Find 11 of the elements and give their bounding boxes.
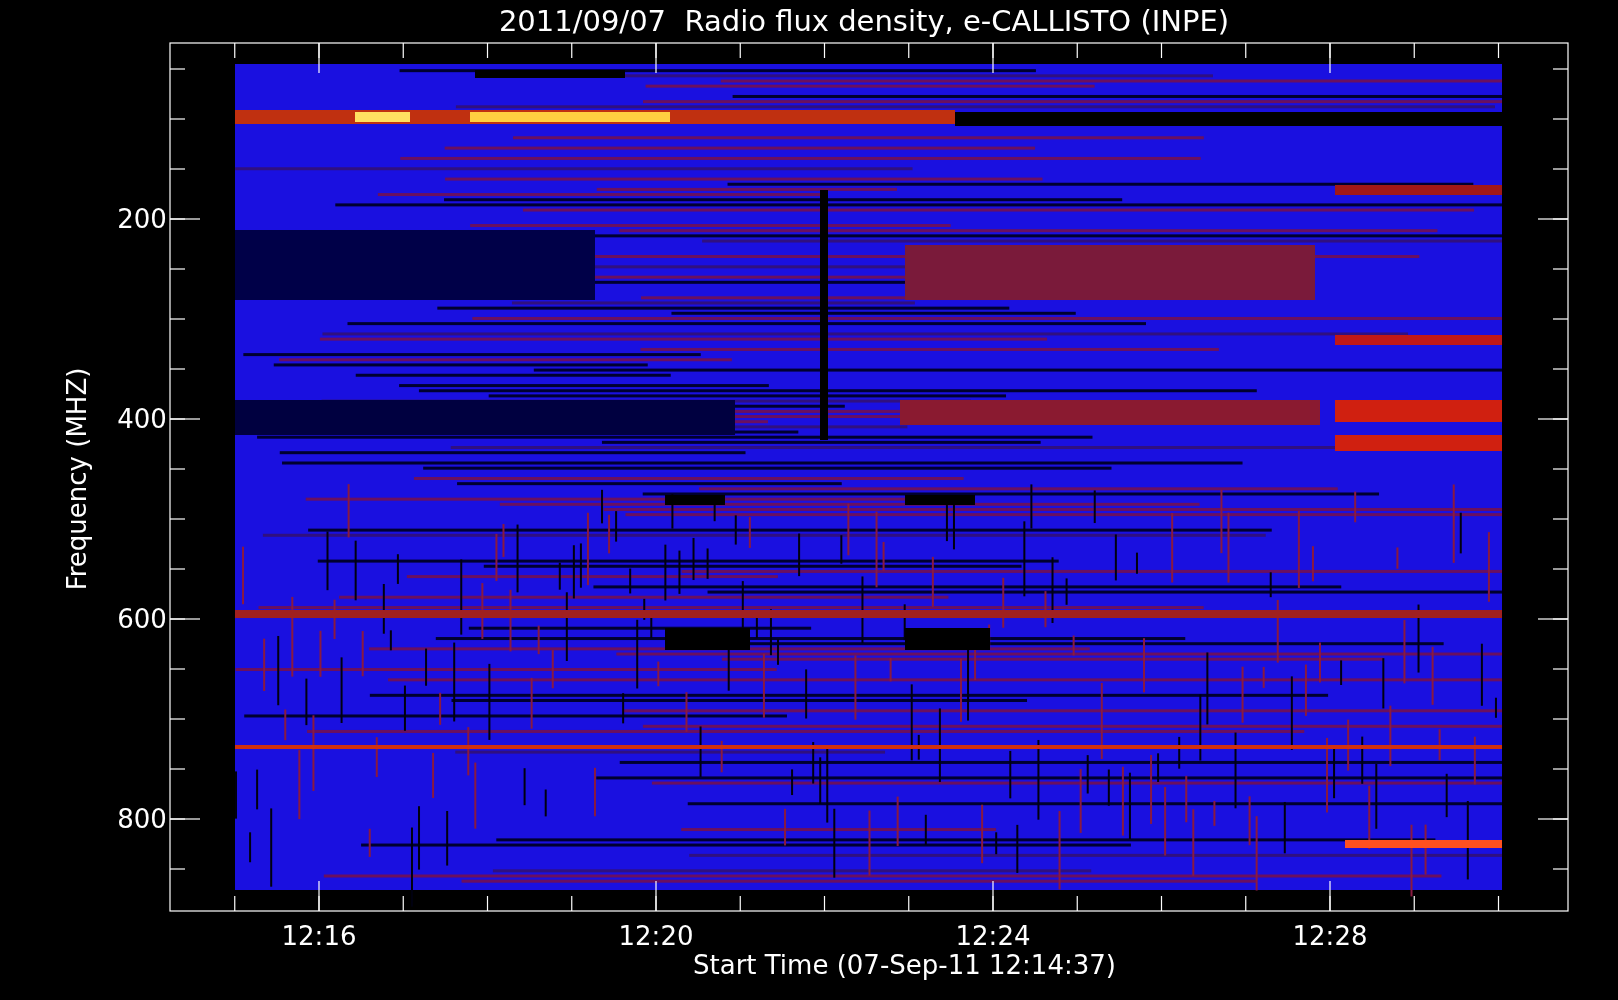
chart-title: 2011/09/07 Radio flux density, e-CALLISTO (INPE)	[498, 4, 1230, 38]
tick-label: 12:16	[281, 921, 357, 951]
tick-label: 400	[117, 404, 167, 434]
axis-label: Frequency (MHZ)	[62, 367, 92, 591]
tick-label: 800	[117, 804, 167, 834]
tick-label: 600	[117, 604, 167, 634]
tick-label: 200	[117, 204, 167, 234]
tick-label: 12:28	[1292, 921, 1368, 951]
tick-label: 12:20	[618, 921, 694, 951]
tick-label: 12:24	[955, 921, 1031, 951]
axis-label: Start Time (07-Sep-11 12:14:37)	[693, 950, 1116, 980]
